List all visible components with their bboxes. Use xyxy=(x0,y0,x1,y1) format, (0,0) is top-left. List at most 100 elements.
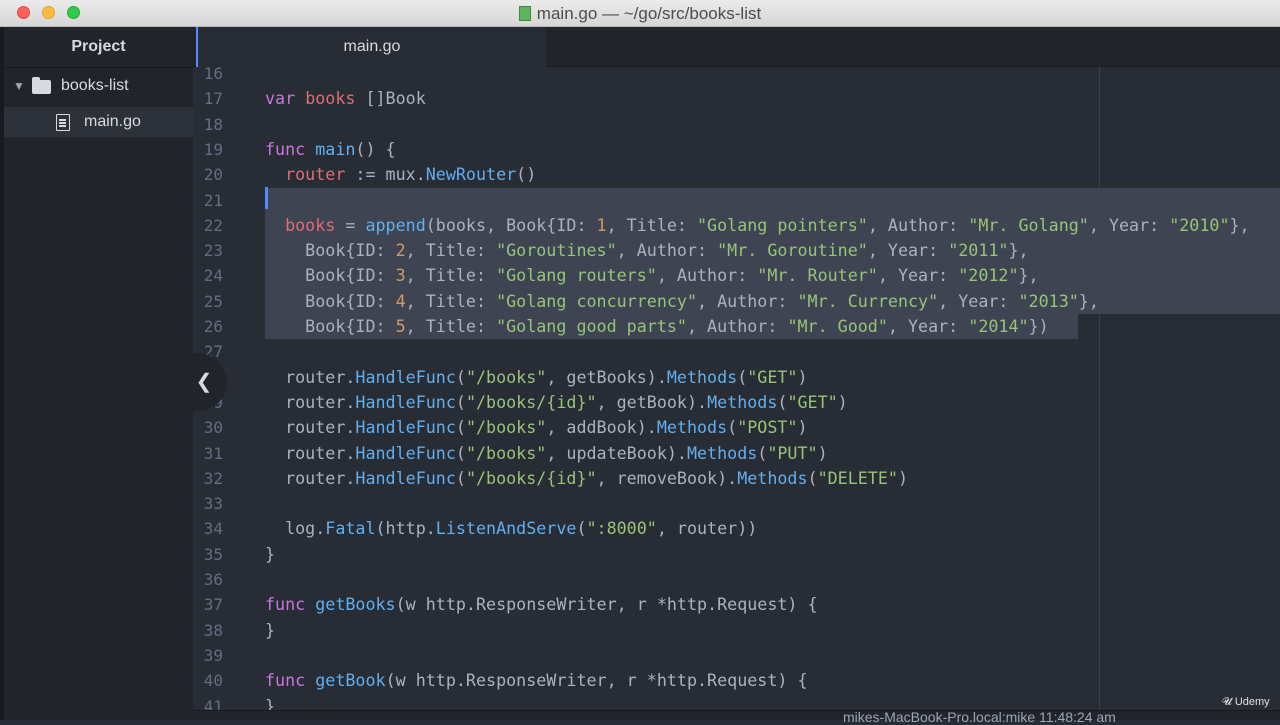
code-line[interactable] xyxy=(265,339,1280,364)
code-line[interactable] xyxy=(265,112,1280,137)
code-line[interactable] xyxy=(265,567,1280,592)
line-number[interactable]: 18 xyxy=(193,112,223,137)
code-token: ( xyxy=(455,467,466,488)
code-line[interactable]: router.HandleFunc("/books/{id}", getBook… xyxy=(265,390,1280,415)
line-number[interactable]: 31 xyxy=(193,441,223,466)
code-token: "2014" xyxy=(968,316,1029,336)
code-line[interactable]: Book{ID: 5, Title: "Golang good parts", … xyxy=(265,314,1280,339)
chevron-down-icon[interactable]: ▼ xyxy=(13,71,25,101)
code-token: Book{ID: xyxy=(265,240,396,261)
text-cursor xyxy=(265,187,268,209)
code-token: "2011" xyxy=(948,240,1009,261)
code-line[interactable]: func getBook(w http.ResponseWriter, r *h… xyxy=(265,668,1280,693)
code-token: HandleFunc xyxy=(355,391,456,412)
code-line[interactable]: Book{ID: 2, Title: "Goroutines", Author:… xyxy=(265,238,1280,263)
code-token: , Year: xyxy=(1088,214,1170,235)
line-number[interactable]: 23 xyxy=(193,238,223,263)
line-number[interactable]: 21 xyxy=(193,188,223,213)
code-token: ListenAndServe xyxy=(435,518,577,539)
code-token: , Year: xyxy=(887,316,969,336)
folder-icon xyxy=(32,77,51,94)
code-line[interactable]: Book{ID: 4, Title: "Golang concurrency",… xyxy=(265,289,1280,314)
line-number[interactable]: 39 xyxy=(193,643,223,668)
title-bar: main.go — ~/go/src/books-list xyxy=(0,0,1280,27)
code-token: "PUT" xyxy=(767,442,818,463)
code-token: , Year: xyxy=(938,290,1019,311)
code-line[interactable] xyxy=(265,188,1280,213)
code-token: , Author: xyxy=(686,316,788,336)
status-host: mikes-MacBook-Pro.local:mike 11:48:24 am xyxy=(843,709,1116,725)
code-line[interactable]: router := mux.NewRouter() xyxy=(265,162,1280,187)
code-token: , getBooks). xyxy=(546,366,667,387)
code-line[interactable]: var books []Book xyxy=(265,86,1280,111)
code-token: router xyxy=(285,164,346,185)
code-line[interactable]: books = append(books, Book{ID: 1, Title:… xyxy=(265,213,1280,238)
code-token: ) xyxy=(797,417,808,438)
code-token: func xyxy=(265,594,316,615)
line-number[interactable]: 35 xyxy=(193,542,223,567)
code-line[interactable] xyxy=(265,67,1280,86)
project-panel-title: Project xyxy=(4,27,193,68)
code-token: , Year: xyxy=(877,265,959,286)
folder-label: books-list xyxy=(61,77,129,94)
code-line[interactable]: func main() { xyxy=(265,137,1280,162)
tree-folder-books-list[interactable]: ▼ books-list xyxy=(4,71,193,101)
code-line[interactable]: router.HandleFunc("/books", addBook).Met… xyxy=(265,415,1280,440)
code-token: "/books" xyxy=(465,417,547,438)
code-token: }, xyxy=(1229,214,1250,235)
code-line[interactable]: router.HandleFunc("/books", updateBook).… xyxy=(265,441,1280,466)
code-token: ( xyxy=(807,467,818,488)
code-token: "Goroutines" xyxy=(496,240,617,261)
code-token: } xyxy=(265,543,276,564)
code-token: router. xyxy=(265,391,356,412)
code-line[interactable]: router.HandleFunc("/books", getBooks).Me… xyxy=(265,365,1280,390)
line-number[interactable]: 34 xyxy=(193,516,223,541)
code-editor[interactable]: 16 17 var books []Book 18 19 func main() {20 … xyxy=(193,67,1280,720)
code-token: "/books/{id}" xyxy=(465,467,597,488)
code-line[interactable]: } xyxy=(265,618,1280,643)
code-token: main xyxy=(315,138,356,159)
line-number[interactable]: 16 xyxy=(193,67,223,86)
tree-file-main-go[interactable]: main.go xyxy=(4,107,193,137)
line-number[interactable]: 19 xyxy=(193,137,223,162)
line-number[interactable]: 25 xyxy=(193,289,223,314)
code-line[interactable]: func getBooks(w http.ResponseWriter, r *… xyxy=(265,592,1280,617)
code-token: , Author: xyxy=(616,240,718,261)
code-token: "Mr. Golang" xyxy=(968,214,1089,235)
line-number[interactable]: 17 xyxy=(193,86,223,111)
code-line[interactable]: } xyxy=(265,542,1280,567)
code-token: func xyxy=(265,138,316,159)
line-number[interactable]: 36 xyxy=(193,567,223,592)
code-token: "Golang pointers" xyxy=(697,214,868,235)
line-number[interactable]: 24 xyxy=(193,263,223,288)
line-number[interactable]: 22 xyxy=(193,213,223,238)
code-token: ( xyxy=(455,366,466,387)
line-number[interactable]: 40 xyxy=(193,668,223,693)
code-token: "/books" xyxy=(465,442,547,463)
status-bar: mikes-MacBook-Pro.local:mike 11:48:24 am xyxy=(193,709,1280,725)
code-token: "/books" xyxy=(465,366,547,387)
code-token: ) xyxy=(897,467,908,488)
code-line[interactable] xyxy=(265,643,1280,668)
code-token: HandleFunc xyxy=(355,467,456,488)
line-number[interactable]: 33 xyxy=(193,491,223,516)
line-number[interactable]: 38 xyxy=(193,618,223,643)
code-line[interactable]: router.HandleFunc("/books/{id}", removeB… xyxy=(265,466,1280,491)
code-line[interactable] xyxy=(265,491,1280,516)
code-token: "Mr. Currency" xyxy=(797,290,939,311)
line-number[interactable]: 20 xyxy=(193,162,223,187)
code-token: "GET" xyxy=(747,366,798,387)
line-number[interactable]: 30 xyxy=(193,415,223,440)
line-number[interactable]: 32 xyxy=(193,466,223,491)
line-number[interactable]: 26 xyxy=(193,314,223,339)
tab-bar: main.go xyxy=(193,27,1280,67)
code-token: () xyxy=(516,164,537,185)
code-line[interactable]: Book{ID: 3, Title: "Golang routers", Aut… xyxy=(265,263,1280,288)
watermark-label: Udemy xyxy=(1234,696,1270,708)
code-token: "POST" xyxy=(737,417,798,438)
code-token: , Author: xyxy=(656,265,758,286)
tab-main-go[interactable]: main.go xyxy=(196,27,546,67)
line-number[interactable]: 37 xyxy=(193,592,223,617)
code-line[interactable]: log.Fatal(http.ListenAndServe(":8000", r… xyxy=(265,516,1280,541)
code-token: 3 xyxy=(395,265,406,286)
